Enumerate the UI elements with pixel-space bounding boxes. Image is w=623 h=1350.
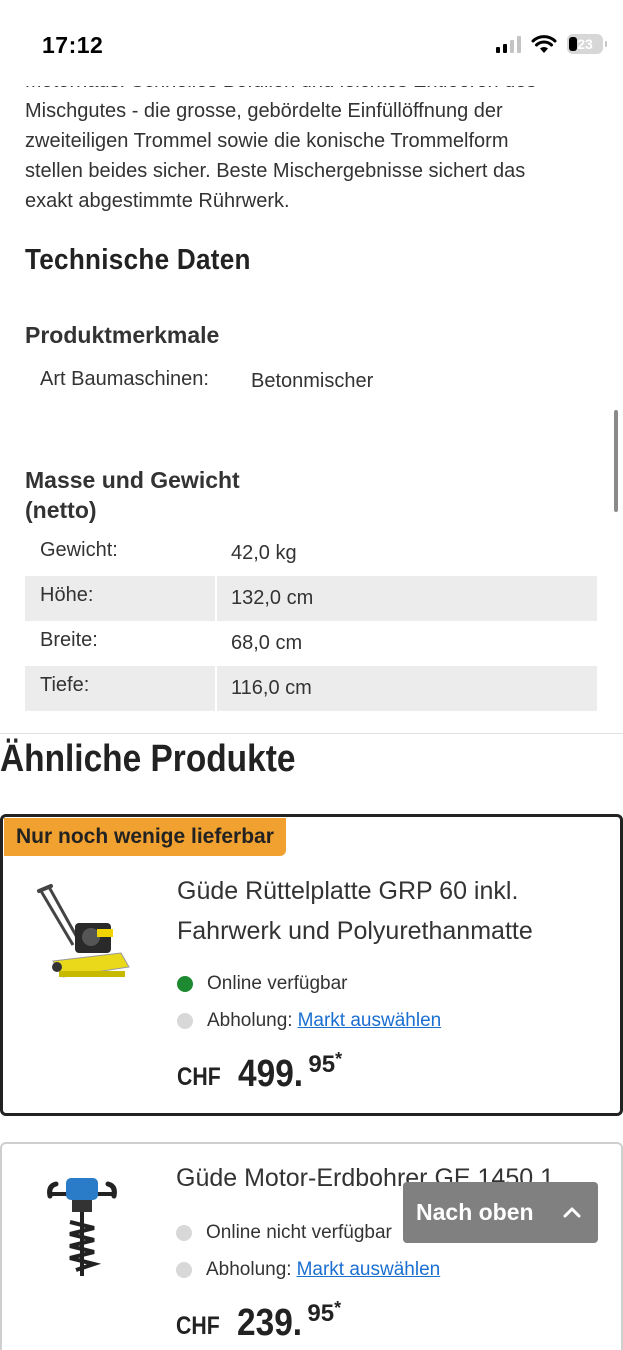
price-footnote: * bbox=[335, 1049, 343, 1069]
plate-compactor-icon bbox=[37, 884, 130, 978]
feature-value: Betonmischer bbox=[251, 370, 374, 392]
battery-level: 23 bbox=[577, 36, 593, 52]
similar-products-heading: Ähnliche Produkte bbox=[0, 738, 296, 780]
online-status: Online nicht verfügbar bbox=[206, 1222, 392, 1243]
online-availability: Online nicht verfügbar bbox=[176, 1222, 392, 1244]
spec-value: 116,0 cm bbox=[217, 666, 597, 711]
select-store-link[interactable]: Markt auswählen bbox=[298, 1010, 442, 1032]
status-time: 17:12 bbox=[42, 32, 104, 58]
select-store-link[interactable]: Markt auswählen bbox=[297, 1259, 441, 1281]
product-price: CHF 239. 95 * bbox=[176, 1298, 341, 1345]
chevron-up-icon bbox=[563, 1207, 581, 1218]
unavailable-dot-icon bbox=[176, 1225, 192, 1241]
battery-icon: 23 bbox=[567, 34, 607, 54]
description-line: exakt abgestimmte Rührwerk. bbox=[25, 190, 290, 212]
price-main: 499. bbox=[238, 1053, 304, 1095]
product-title[interactable]: Güde Rüttelplatte GRP 60 inkl. Fahrwerk … bbox=[177, 871, 577, 951]
spec-row: Tiefe: 116,0 cm bbox=[25, 666, 597, 711]
pickup-dot-icon bbox=[176, 1262, 192, 1278]
product-card[interactable]: Nur noch wenige lieferbar Güde Rüttelpla… bbox=[0, 814, 623, 1116]
product-price: CHF 499. 95 * bbox=[177, 1049, 342, 1096]
price-decimals: 95 bbox=[307, 1300, 335, 1327]
status-bar: 17:12 23 bbox=[0, 0, 623, 86]
back-to-top-label: Nach oben bbox=[416, 1199, 534, 1225]
cellular-signal-icon bbox=[496, 35, 521, 53]
online-status: Online verfügbar bbox=[207, 973, 348, 994]
price-main: 239. bbox=[237, 1302, 303, 1344]
description-line: stellen beides sicher. Beste Mischergebn… bbox=[25, 160, 526, 182]
pickup-label: Abholung: bbox=[207, 1010, 293, 1031]
pickup-label: Abholung: bbox=[206, 1259, 292, 1280]
features-heading: Produktmerkmale bbox=[25, 322, 220, 348]
pickup-availability: Abholung: Markt auswählen bbox=[177, 1010, 441, 1032]
spec-label: Höhe: bbox=[25, 576, 215, 621]
description-line: Mischgutes - die grosse, gebördelte Einf… bbox=[25, 100, 503, 122]
stock-badge: Nur noch wenige lieferbar bbox=[4, 818, 286, 856]
spec-row: Gewicht: 42,0 kg bbox=[25, 531, 597, 576]
mass-weight-heading: Masse und Gewicht (netto) bbox=[25, 467, 240, 523]
spec-label: Tiefe: bbox=[25, 666, 215, 711]
status-icons: 23 bbox=[496, 34, 607, 54]
back-to-top-button[interactable]: Nach oben bbox=[403, 1182, 598, 1243]
spec-table: Gewicht: 42,0 kg Höhe: 132,0 cm Breite: … bbox=[25, 531, 597, 711]
pickup-availability: Abholung: Markt auswählen bbox=[176, 1259, 440, 1281]
scrollbar[interactable] bbox=[614, 410, 618, 512]
spec-value: 42,0 kg bbox=[231, 542, 297, 564]
earth-auger-icon bbox=[47, 1178, 117, 1276]
price-footnote: * bbox=[334, 1298, 342, 1318]
feature-label: Art Baumaschinen: bbox=[40, 368, 209, 390]
price-decimals: 95 bbox=[308, 1051, 336, 1078]
spec-row: Höhe: 132,0 cm bbox=[25, 576, 597, 621]
product-card[interactable]: Güde Motor-Erdbohrer GE 1450.1 Online ni… bbox=[0, 1142, 623, 1350]
description-line: zweiteiligen Trommel sowie die konische … bbox=[25, 130, 509, 152]
online-availability: Online verfügbar bbox=[177, 973, 347, 995]
product-description: Motorhaus. Schnelles Befüllen und leicht… bbox=[25, 66, 595, 216]
price-currency: CHF bbox=[177, 1063, 221, 1091]
spec-label: Gewicht: bbox=[40, 539, 118, 561]
section-divider bbox=[0, 733, 623, 734]
available-dot-icon bbox=[177, 976, 193, 992]
tech-data-heading: Technische Daten bbox=[25, 244, 251, 276]
spec-label: Breite: bbox=[40, 629, 98, 651]
spec-value: 68,0 cm bbox=[231, 632, 303, 654]
spec-value: 132,0 cm bbox=[217, 576, 597, 621]
spec-row: Breite: 68,0 cm bbox=[25, 621, 597, 666]
wifi-icon bbox=[531, 35, 557, 53]
price-currency: CHF bbox=[176, 1312, 220, 1340]
pickup-dot-icon bbox=[177, 1013, 193, 1029]
